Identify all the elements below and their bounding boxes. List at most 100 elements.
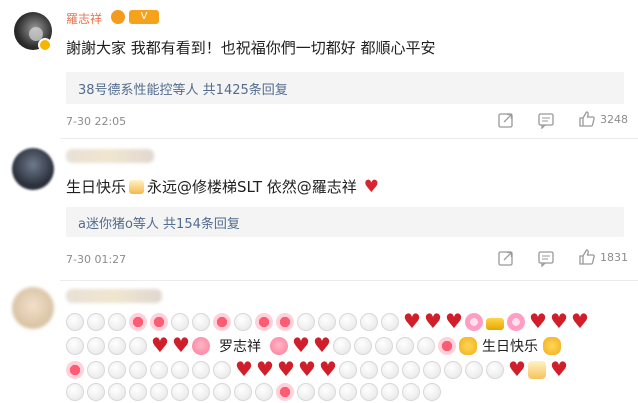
emoji — [192, 313, 210, 331]
share-icon[interactable] — [497, 111, 515, 133]
emoji — [66, 313, 84, 331]
emoji — [360, 313, 378, 331]
hand-icon — [543, 337, 561, 355]
emoji — [213, 313, 231, 331]
heart-icon — [276, 360, 295, 379]
emoji — [333, 337, 351, 355]
emoji — [402, 383, 420, 401]
heart-icon — [444, 312, 463, 331]
inline-text: 生日快乐 — [482, 339, 538, 355]
emoji — [417, 337, 435, 355]
emoji — [255, 313, 273, 331]
emoji — [438, 337, 456, 355]
username[interactable]: 羅志祥 — [66, 10, 102, 27]
heart-icon — [507, 360, 526, 379]
emoji — [213, 361, 231, 379]
emoji — [66, 361, 84, 379]
like-count: 3248 — [600, 112, 628, 126]
heart-icon — [318, 360, 337, 379]
heart-icon — [570, 312, 589, 331]
share-icon[interactable] — [497, 249, 515, 271]
emoji — [318, 313, 336, 331]
emoji-row — [66, 381, 441, 403]
like-icon — [579, 111, 595, 127]
emoji — [276, 383, 294, 401]
level-badge: V — [129, 10, 159, 24]
timestamp: 7-30 01:27 — [66, 253, 127, 266]
emoji — [108, 313, 126, 331]
emoji — [339, 313, 357, 331]
emoji — [354, 337, 372, 355]
emoji — [171, 313, 189, 331]
like-count: 1831 — [600, 250, 628, 264]
emoji — [381, 383, 399, 401]
comment-2: 生日快乐 永远@修楼梯SLT 依然@羅志祥 ♥ a迷你猪o等人 共154条回复 … — [0, 139, 638, 279]
member-icon — [111, 10, 125, 24]
emoji — [87, 337, 105, 355]
emoji — [486, 361, 504, 379]
heart-icon — [402, 312, 421, 331]
emoji — [108, 361, 126, 379]
heart-icon — [312, 336, 331, 355]
emoji — [150, 361, 168, 379]
heart-icon — [291, 336, 310, 355]
comment-3: 罗志祥 生日快乐 — [0, 281, 638, 403]
emoji — [360, 361, 378, 379]
emoji — [423, 361, 441, 379]
emoji — [297, 313, 315, 331]
like-button[interactable]: 1831 — [578, 248, 628, 266]
username-blurred[interactable] — [66, 149, 154, 163]
comment-icon[interactable] — [537, 111, 555, 133]
emoji — [360, 383, 378, 401]
pig-icon — [192, 337, 210, 355]
reply-summary-box[interactable]: a迷你猪o等人 共154条回复 — [66, 207, 624, 237]
avatar[interactable] — [12, 287, 54, 329]
emoji — [66, 383, 84, 401]
emoji — [87, 313, 105, 331]
comment-1: 羅志祥 V 謝謝大家 我都有看到！也祝福你們一切都好 都順心平安 38号德系性能… — [0, 0, 638, 137]
birthday-cake-icon — [528, 361, 546, 379]
heart-icon — [234, 360, 253, 379]
emoji — [87, 383, 105, 401]
emoji — [150, 313, 168, 331]
emoji-row — [66, 311, 589, 333]
pig-icon — [270, 337, 288, 355]
reply-summary-link[interactable]: a迷你猪o等人 共154条回复 — [78, 213, 240, 232]
emoji — [234, 313, 252, 331]
emoji — [297, 383, 315, 401]
like-button[interactable]: 3248 — [578, 110, 628, 128]
emoji — [108, 337, 126, 355]
emoji — [255, 383, 273, 401]
emoji — [213, 383, 231, 401]
emoji — [486, 318, 504, 330]
reply-summary-link[interactable]: 38号德系性能控等人 共1425条回复 — [78, 79, 288, 98]
comment-icon[interactable] — [537, 249, 555, 271]
emoji — [318, 383, 336, 401]
reply-summary-box[interactable]: 38号德系性能控等人 共1425条回复 — [66, 72, 624, 104]
comment-text: 謝謝大家 我都有看到！也祝福你們一切都好 都順心平安 — [66, 39, 436, 57]
emoji — [375, 337, 393, 355]
avatar[interactable] — [12, 148, 54, 190]
emoji — [396, 337, 414, 355]
comment-text: 生日快乐 永远@修楼梯SLT 依然@羅志祥 ♥ — [66, 176, 379, 197]
emoji — [171, 383, 189, 401]
emoji — [192, 383, 210, 401]
emoji — [150, 383, 168, 401]
inline-text: 罗志祥 — [219, 339, 261, 355]
emoji — [129, 313, 147, 331]
emoji — [444, 361, 462, 379]
heart-icon — [528, 312, 547, 331]
heart-icon — [255, 360, 274, 379]
emoji — [129, 361, 147, 379]
emoji — [339, 383, 357, 401]
emoji — [66, 337, 84, 355]
heart-icon — [150, 336, 169, 355]
heart-icon — [549, 312, 568, 331]
emoji — [381, 361, 399, 379]
emoji-row: 罗志祥 生日快乐 — [66, 335, 561, 357]
username-blurred[interactable] — [66, 289, 162, 303]
emoji — [507, 313, 525, 331]
verified-icon — [38, 38, 52, 52]
emoji — [192, 361, 210, 379]
emoji — [276, 313, 294, 331]
